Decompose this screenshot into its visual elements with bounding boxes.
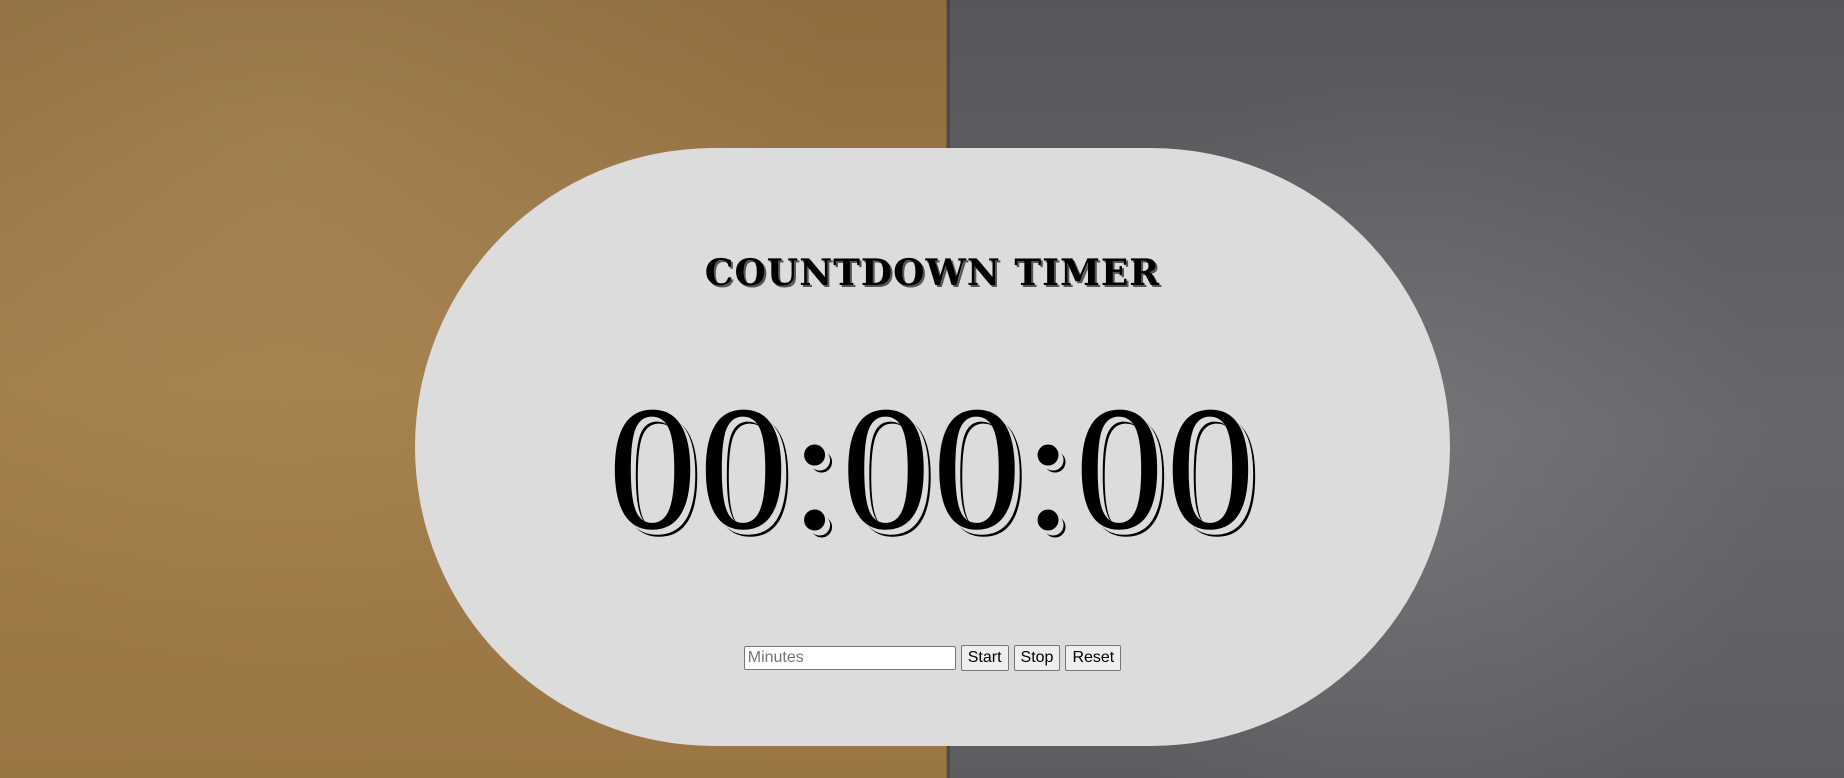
countdown-display: 00:00:00 [608, 369, 1257, 567]
timer-controls: Start Stop Reset [415, 645, 1450, 671]
timer-title: COUNTDOWN TIMER [704, 252, 1161, 294]
start-button[interactable]: Start [960, 645, 1009, 671]
stop-button[interactable]: Stop [1013, 645, 1061, 671]
timer-panel: COUNTDOWN TIMER 00:00:00 Start Stop Rese… [415, 148, 1450, 746]
minutes-input[interactable] [743, 646, 956, 670]
reset-button[interactable]: Reset [1065, 645, 1122, 671]
